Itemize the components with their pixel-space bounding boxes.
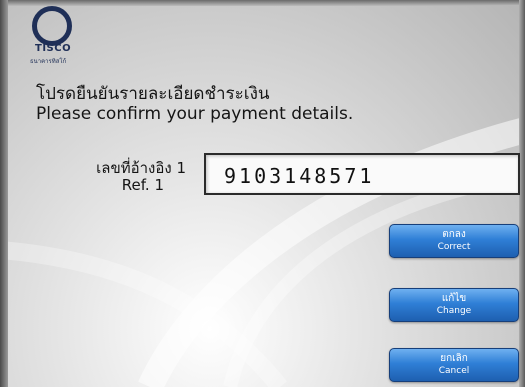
instruction-heading-english: Please confirm your payment details. xyxy=(36,104,354,124)
tisco-logo: TISCO ธนาคารทิสโก้ xyxy=(24,6,84,66)
logo-subtitle: ธนาคารทิสโก้ xyxy=(30,58,67,65)
change-button-label-thai: แก้ไข xyxy=(441,293,467,304)
atm-screen: TISCO ธนาคารทิสโก้ โปรดยืนยันรายละเอียดช… xyxy=(0,0,525,387)
cancel-button-label-english: Cancel xyxy=(438,366,470,376)
screen-bezel-left xyxy=(0,0,8,387)
correct-button[interactable]: ตกลง Correct xyxy=(389,224,519,258)
reference-number-field: 9103148571 xyxy=(204,153,520,195)
correct-button-label-english: Correct xyxy=(437,242,471,252)
logo-brand-text: TISCO xyxy=(35,43,72,54)
cancel-button[interactable]: ยกเลิก Cancel xyxy=(389,348,519,382)
change-button[interactable]: แก้ไข Change xyxy=(389,288,519,322)
instruction-heading-thai: โปรดยืนยันรายละเอียดชำระเงิน xyxy=(36,84,270,104)
reference-number-value: 9103148571 xyxy=(224,164,375,188)
logo-ring-icon xyxy=(32,6,72,46)
correct-button-label-thai: ตกลง xyxy=(442,229,466,240)
change-button-label-english: Change xyxy=(436,306,472,316)
cancel-button-label-thai: ยกเลิก xyxy=(440,353,468,364)
reference-label-english: Ref. 1 xyxy=(121,176,164,194)
